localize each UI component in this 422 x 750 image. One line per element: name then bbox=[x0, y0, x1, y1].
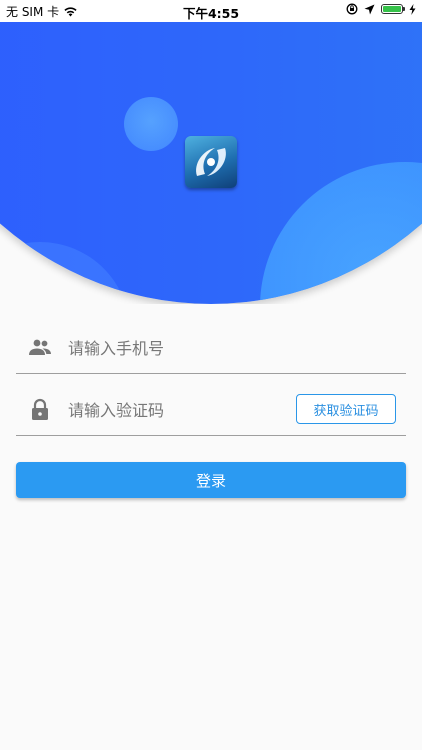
login-button[interactable]: 登录 bbox=[16, 462, 406, 498]
orientation-lock-icon bbox=[346, 3, 358, 15]
people-icon bbox=[29, 339, 51, 355]
code-input[interactable] bbox=[66, 392, 290, 428]
decor-bubble-right bbox=[260, 162, 422, 304]
decor-bubble-small bbox=[124, 97, 178, 151]
get-code-button[interactable]: 获取验证码 bbox=[296, 394, 396, 424]
status-right bbox=[346, 3, 416, 15]
phone-input[interactable] bbox=[66, 330, 290, 366]
code-field: 获取验证码 bbox=[16, 380, 406, 436]
app-logo-icon bbox=[185, 136, 237, 188]
charging-icon bbox=[409, 3, 416, 15]
location-icon bbox=[364, 4, 375, 14]
decor-bubble-left bbox=[0, 242, 130, 304]
phone-field bbox=[16, 318, 406, 374]
lock-icon bbox=[32, 398, 48, 420]
header-banner bbox=[0, 22, 422, 304]
battery-icon bbox=[381, 4, 405, 14]
status-bar: 无 SIM 卡 下午4:55 bbox=[0, 0, 422, 22]
